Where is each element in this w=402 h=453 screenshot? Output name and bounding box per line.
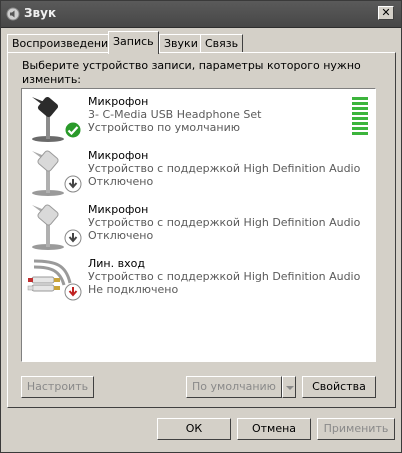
- tab-recording[interactable]: Запись: [108, 31, 159, 54]
- title-bar[interactable]: Звук ✕: [1, 1, 401, 28]
- properties-button[interactable]: Свойства: [302, 376, 376, 398]
- device-name: Лин. вход: [88, 257, 145, 270]
- device-detail: Устройство с поддержкой High Definition …: [88, 270, 361, 283]
- tab-sounds[interactable]: Звуки: [159, 34, 203, 52]
- device-detail: 3- C-Media USB Headphone Set: [88, 108, 262, 121]
- window-title: Звук: [24, 6, 57, 20]
- device-status: Отключено: [88, 175, 154, 188]
- device-name: Микрофон: [88, 203, 149, 216]
- speaker-icon: [6, 7, 20, 21]
- device-name: Микрофон: [88, 149, 149, 162]
- device-detail: Устройство с поддержкой High Definition …: [88, 216, 361, 229]
- device-text: Микрофон 3- C-Media USB Headphone Set Ус…: [88, 95, 261, 134]
- disabled-arrow-icon: [64, 175, 82, 193]
- chevron-down-icon: [286, 386, 294, 390]
- list-item[interactable]: Микрофон Устройство с поддержкой High De…: [22, 145, 375, 197]
- sound-dialog: Звук ✕ Воспроизведение Запись Звуки Связ…: [0, 0, 402, 453]
- tab-playback[interactable]: Воспроизведение: [7, 34, 120, 52]
- configure-button[interactable]: Настроить: [21, 376, 94, 398]
- not-connected-icon: [64, 283, 82, 301]
- set-default-button[interactable]: По умолчанию: [186, 376, 282, 398]
- instruction-text: Выберите устройство записи, параметры ко…: [22, 59, 361, 86]
- device-detail: Устройство с поддержкой High Definition …: [88, 162, 361, 175]
- list-item[interactable]: Лин. вход Устройство с поддержкой High D…: [22, 253, 375, 305]
- ok-button[interactable]: ОК: [157, 418, 231, 440]
- disabled-arrow-icon: [64, 229, 82, 247]
- list-item[interactable]: Микрофон Устройство с поддержкой High De…: [22, 199, 375, 251]
- cancel-button[interactable]: Отмена: [237, 418, 311, 440]
- device-text: Лин. вход Устройство с поддержкой High D…: [88, 257, 360, 296]
- set-default-dropdown[interactable]: [282, 376, 296, 398]
- device-list[interactable]: Микрофон 3- C-Media USB Headphone Set Ус…: [21, 88, 376, 362]
- list-item[interactable]: Микрофон 3- C-Media USB Headphone Set Ус…: [22, 91, 375, 143]
- default-checkmark-icon: [64, 121, 82, 139]
- device-status: Устройство по умолчанию: [88, 121, 241, 134]
- close-button[interactable]: ✕: [378, 6, 394, 20]
- device-status: Отключено: [88, 229, 154, 242]
- level-meter: [352, 97, 368, 139]
- device-text: Микрофон Устройство с поддержкой High De…: [88, 149, 360, 188]
- tab-strip: Воспроизведение Запись Звуки Связь: [7, 31, 397, 54]
- tab-communications[interactable]: Связь: [200, 34, 244, 52]
- device-name: Микрофон: [88, 95, 149, 108]
- device-text: Микрофон Устройство с поддержкой High De…: [88, 203, 360, 242]
- apply-button[interactable]: Применить: [317, 418, 395, 440]
- device-status: Не подключено: [88, 283, 179, 296]
